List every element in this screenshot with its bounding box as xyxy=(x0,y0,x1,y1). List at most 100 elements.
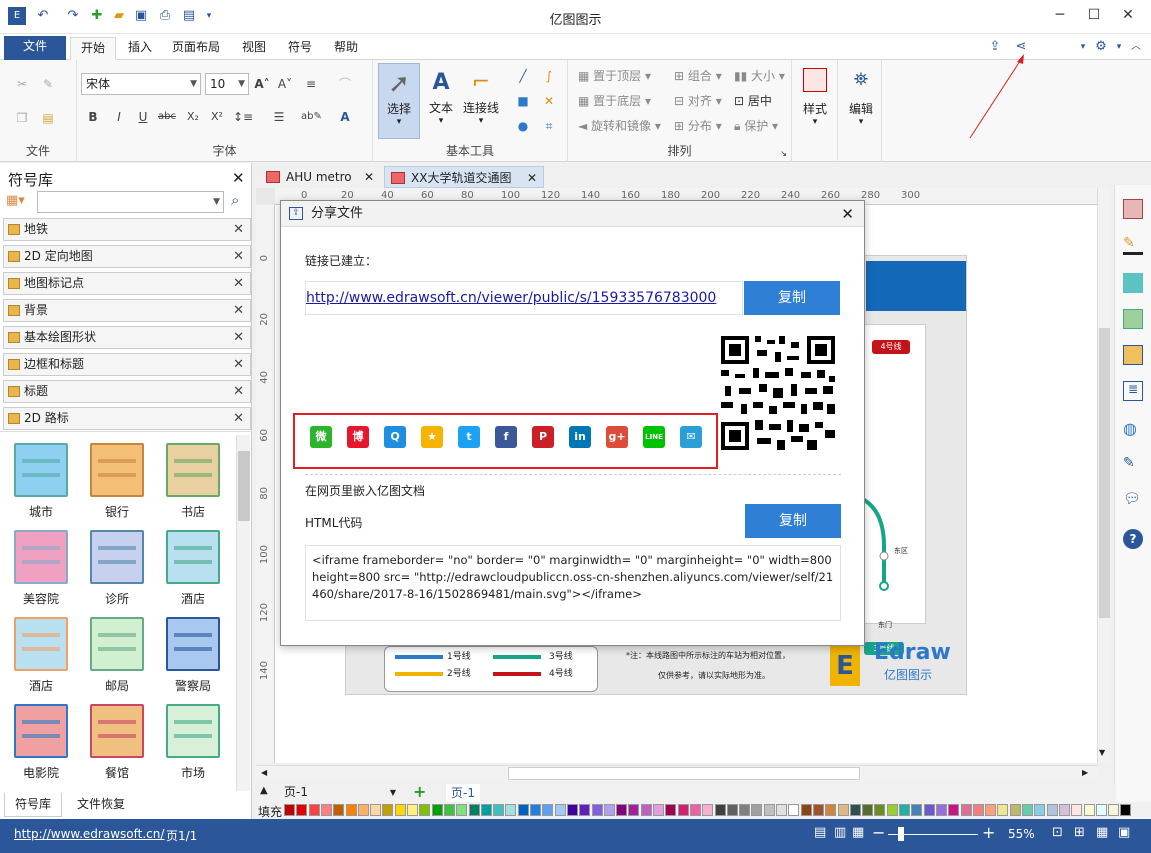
font-size-select[interactable]: 10 ▼ xyxy=(205,73,249,95)
color-swatch[interactable] xyxy=(284,804,295,816)
color-swatch[interactable] xyxy=(960,804,972,816)
normal-view-icon[interactable]: ▤ xyxy=(814,825,826,840)
center-button[interactable]: ⊡ 居中 xyxy=(734,91,772,111)
highlight-icon[interactable]: ab✎ xyxy=(301,107,322,127)
add-page-icon[interactable]: + xyxy=(413,782,426,801)
close-library-icon[interactable]: ✕ xyxy=(233,219,244,240)
distribute-button[interactable]: ⊞ 分布 ▾ xyxy=(674,116,722,136)
close-tab-icon[interactable]: ✕ xyxy=(527,167,537,189)
presentation-icon[interactable]: ▣ xyxy=(1118,825,1130,840)
color-swatch[interactable] xyxy=(333,804,345,816)
color-swatch[interactable] xyxy=(517,804,529,816)
color-swatch[interactable] xyxy=(972,804,984,816)
grow-font-icon[interactable]: A˄ xyxy=(252,74,272,94)
tab-file[interactable]: 文件 xyxy=(4,36,66,60)
color-swatch[interactable] xyxy=(689,804,701,816)
canvas-vertical-scrollbar[interactable]: ▼ xyxy=(1097,188,1110,763)
color-swatch[interactable] xyxy=(603,804,615,816)
color-swatch[interactable] xyxy=(899,804,910,816)
facebook-icon[interactable]: f xyxy=(495,426,517,448)
scroll-left-icon[interactable]: ◀ xyxy=(261,768,267,777)
share-url-field[interactable]: http://www.edrawsoft.cn/viewer/public/s/… xyxy=(305,281,743,315)
bullets-icon[interactable]: ☰ xyxy=(269,107,289,127)
page-select[interactable]: 页-1 ▼ xyxy=(280,784,400,801)
tab-insert[interactable]: 插入 xyxy=(118,37,162,60)
page-tab[interactable]: 页-1 xyxy=(446,784,480,802)
symbol-item[interactable]: 城市 xyxy=(6,443,76,520)
tab-page-layout[interactable]: 页面布局 xyxy=(162,37,230,60)
color-swatch[interactable] xyxy=(788,804,800,816)
color-swatch[interactable] xyxy=(443,804,455,816)
color-swatch[interactable] xyxy=(1095,804,1107,816)
html-code-textarea[interactable]: <iframe frameborder= "no" border= "0" ma… xyxy=(305,545,841,621)
color-swatch[interactable] xyxy=(1022,804,1033,816)
color-swatch[interactable] xyxy=(1009,804,1021,816)
close-window-icon[interactable]: ✕ xyxy=(1118,6,1138,26)
page-view-icon[interactable]: ▥ xyxy=(834,825,846,840)
page-list-icon[interactable]: ≣ xyxy=(1123,381,1143,401)
color-swatch[interactable] xyxy=(911,804,923,816)
library-item[interactable]: 2D 定向地图 ✕ xyxy=(3,245,251,268)
copy-link-button[interactable]: 复制 xyxy=(744,281,840,315)
color-swatch[interactable] xyxy=(935,804,947,816)
color-swatch[interactable] xyxy=(874,804,886,816)
curve-tool-icon[interactable]: ∫ xyxy=(539,66,559,86)
scrollbar-thumb[interactable] xyxy=(508,767,860,780)
symbol-scrollbar[interactable] xyxy=(236,435,250,791)
scrollbar-thumb[interactable] xyxy=(238,451,250,521)
color-swatch[interactable] xyxy=(825,804,837,816)
collapse-ribbon-icon[interactable]: ︿ xyxy=(1127,38,1145,56)
color-swatch[interactable] xyxy=(554,804,566,816)
tab-home[interactable]: 开始 xyxy=(70,37,117,60)
page-nav-up-icon[interactable]: ▲ xyxy=(260,785,268,796)
email-icon[interactable]: ✉ xyxy=(680,426,702,448)
strikethrough-icon[interactable]: abc xyxy=(157,107,177,127)
underline-icon[interactable]: U xyxy=(133,107,153,127)
color-swatch[interactable] xyxy=(862,804,874,816)
close-tab-icon[interactable]: ✕ xyxy=(364,166,374,188)
align-button[interactable]: ⊟ 对齐 ▾ xyxy=(674,91,722,111)
line-icon[interactable]: LINE xyxy=(643,426,665,448)
crop-tool-icon[interactable]: ⌗ xyxy=(539,116,559,136)
symbol-item[interactable]: 银行 xyxy=(82,443,152,520)
format-painter-icon[interactable]: ✎ xyxy=(38,74,58,94)
color-swatch[interactable] xyxy=(456,804,468,816)
fit-width-icon[interactable]: ⊞ xyxy=(1074,825,1085,840)
website-link[interactable]: http://www.edrawsoft.cn/ xyxy=(14,827,164,841)
color-swatch[interactable] xyxy=(1034,804,1046,816)
color-swatch[interactable] xyxy=(677,804,689,816)
color-swatch[interactable] xyxy=(751,804,763,816)
line-spacing-icon[interactable]: ↕≡ xyxy=(233,107,253,127)
color-swatch[interactable] xyxy=(714,804,726,816)
font-family-select[interactable]: 宋体 ▼ xyxy=(81,73,201,95)
line-tool-icon[interactable]: ╱ xyxy=(513,66,533,86)
share-url-link[interactable]: http://www.edrawsoft.cn/viewer/public/s/… xyxy=(306,290,716,306)
weibo-icon[interactable]: 博 xyxy=(347,426,369,448)
attachment-icon[interactable]: ✎ xyxy=(1123,455,1143,475)
settings-dropdown-icon[interactable]: ▾ xyxy=(1110,38,1128,56)
dropdown-icon[interactable]: ▾ xyxy=(1074,38,1092,56)
color-swatch[interactable] xyxy=(357,804,369,816)
bring-to-front-button[interactable]: ▦ 置于顶层 ▾ xyxy=(578,66,651,86)
rotate-mirror-button[interactable]: ◄ 旋转和镜像 ▾ xyxy=(578,116,661,136)
copy-html-button[interactable]: 复制 xyxy=(745,504,841,538)
library-item[interactable]: 地铁 ✕ xyxy=(3,218,251,241)
color-swatch[interactable] xyxy=(542,804,554,816)
color-swatch[interactable] xyxy=(407,804,418,816)
symbol-item[interactable]: 警察局 xyxy=(158,617,228,694)
color-swatch[interactable] xyxy=(296,804,308,816)
color-swatch[interactable] xyxy=(997,804,1009,816)
close-library-icon[interactable]: ✕ xyxy=(233,246,244,267)
symbol-item[interactable]: 邮局 xyxy=(82,617,152,694)
color-swatch[interactable] xyxy=(419,804,431,816)
style-button[interactable]: 样式 ▾ xyxy=(798,68,832,127)
symbol-item[interactable]: 酒店 xyxy=(6,617,76,694)
shrink-font-icon[interactable]: A˅ xyxy=(275,74,295,94)
select-tool-button[interactable]: ➚ 选择 ▾ xyxy=(378,63,420,139)
color-swatch[interactable] xyxy=(320,804,332,816)
color-swatch[interactable] xyxy=(566,804,578,816)
text-align-icon[interactable]: ≡ xyxy=(301,74,321,94)
color-swatch[interactable] xyxy=(923,804,935,816)
library-search-input[interactable]: ▼ xyxy=(37,191,224,213)
fullscreen-view-icon[interactable]: ▦ xyxy=(852,825,864,840)
